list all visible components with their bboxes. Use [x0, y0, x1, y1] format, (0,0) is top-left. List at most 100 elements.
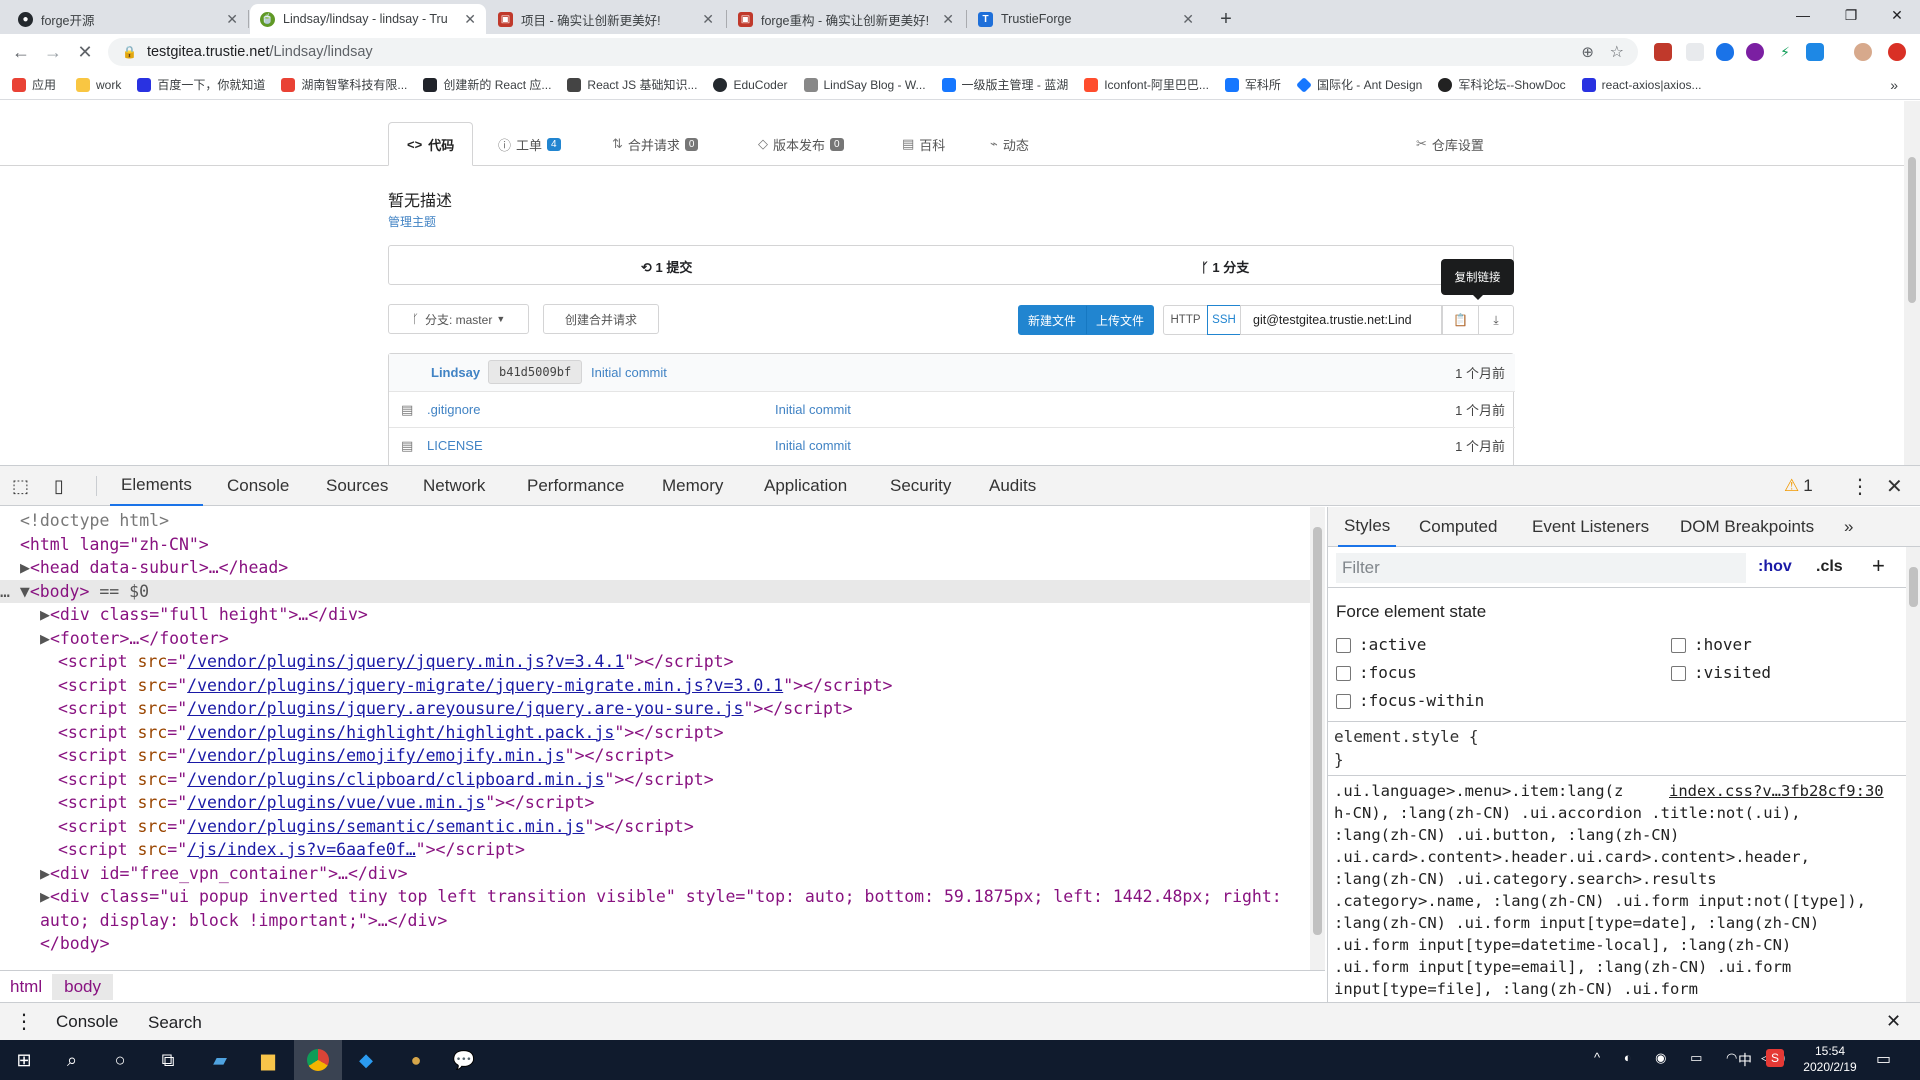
tab-code[interactable]: <> 代码	[388, 122, 474, 166]
tab-releases[interactable]: ◇ 版本发布 0	[758, 122, 844, 166]
close-tab-icon[interactable]: ✕	[1182, 11, 1194, 28]
commits-link[interactable]: ⟲ 1 提交	[641, 257, 692, 276]
close-tab-icon[interactable]: ✕	[226, 11, 238, 28]
commit-sha-label[interactable]: b41d5009bf	[488, 360, 583, 384]
tab-network[interactable]: Network	[423, 466, 485, 506]
bookmark-star-icon[interactable]: ☆	[1610, 42, 1624, 62]
tab-issues[interactable]: ⓘ 工单 4	[498, 122, 561, 166]
dom-node[interactable]: <script src="/js/index.js?v=6aafe0f…"></…	[58, 838, 525, 862]
dom-node[interactable]: ▶<div class="ui popup inverted tiny top …	[40, 885, 1282, 909]
browser-tab[interactable]: T TrustieForge ✕	[968, 4, 1204, 34]
task-view-icon[interactable]: ⧉	[144, 1040, 192, 1080]
breadcrumb-item-active[interactable]: body	[52, 973, 113, 1000]
bookmark-item[interactable]: React JS 基础知识...	[567, 76, 697, 93]
warnings-counter[interactable]: ⚠ 1	[1784, 466, 1813, 506]
checkbox[interactable]	[1671, 638, 1686, 653]
drawer-tab-console[interactable]: Console	[44, 1003, 131, 1042]
close-tab-icon[interactable]: ✕	[942, 11, 954, 28]
tab-application[interactable]: Application	[764, 466, 847, 506]
dom-node[interactable]: ▶<div class="full height">…</div>	[40, 603, 368, 627]
dom-node[interactable]: <script src="/vendor/plugins/semantic/se…	[58, 815, 694, 839]
bookmark-item[interactable]: Iconfont-阿里巴巴...	[1084, 76, 1209, 93]
element-style-rule[interactable]: element.style {	[1334, 727, 1479, 746]
dom-node[interactable]: <script src="/vendor/plugins/highlight/h…	[58, 721, 724, 745]
commit-author-link[interactable]: Lindsay	[431, 365, 480, 380]
extension-icon[interactable]	[1686, 43, 1704, 61]
branches-link[interactable]: ᚴ 1 分支	[1201, 257, 1249, 276]
breadcrumb-item[interactable]: html	[0, 977, 52, 997]
dom-node[interactable]: ▶<div id="free_vpn_container">…</div>	[40, 862, 408, 886]
dom-node[interactable]: <script src="/vendor/plugins/jquery.arey…	[58, 697, 853, 721]
sidebar-scrollbar[interactable]	[1906, 547, 1920, 1002]
checkbox[interactable]	[1671, 666, 1686, 681]
bookmark-item[interactable]: LindSay Blog - W...	[803, 77, 926, 92]
devtools-menu-icon[interactable]: ⋮	[1850, 466, 1870, 506]
clone-url-input[interactable]: git@testgitea.trustie.net:Lind	[1240, 305, 1442, 335]
vscode-icon[interactable]: ◆	[342, 1040, 390, 1080]
checkbox[interactable]	[1336, 694, 1351, 709]
file-commit-link[interactable]: Initial commit	[775, 402, 851, 417]
hover-state-toggle[interactable]: :hov	[1758, 558, 1792, 576]
bookmark-item[interactable]: EduCoder	[713, 77, 788, 92]
dom-node[interactable]: </body>	[40, 932, 110, 956]
file-row[interactable]: ▤ .gitignore Initial commit 1 个月前	[389, 391, 1515, 427]
clone-http-button[interactable]: HTTP	[1163, 305, 1208, 335]
scrollbar-thumb[interactable]	[1313, 527, 1322, 935]
upload-file-button[interactable]: 上传文件	[1086, 305, 1154, 335]
back-icon[interactable]: ←	[8, 40, 34, 64]
download-button[interactable]: ⤓	[1478, 305, 1514, 335]
styles-filter-input[interactable]: Filter	[1336, 553, 1746, 583]
browser-tab[interactable]: ▣ 项目 - 确实让创新更美好! ✕	[488, 4, 724, 34]
tab-wiki[interactable]: ▤ 百科	[902, 122, 945, 166]
update-icon[interactable]	[1888, 43, 1906, 61]
page-scrollbar[interactable]	[1904, 101, 1920, 465]
extension-icon[interactable]	[1806, 43, 1824, 61]
file-row[interactable]: ▤ LICENSE Initial commit 1 个月前	[389, 427, 1515, 463]
dom-node[interactable]: <script src="/vendor/plugins/clipboard/c…	[58, 768, 714, 792]
commit-message-link[interactable]: Initial commit	[591, 365, 667, 380]
extension-icon[interactable]	[1654, 43, 1672, 61]
sogou-icon[interactable]: S	[1766, 1049, 1784, 1067]
close-window-icon[interactable]: ✕	[1874, 0, 1920, 30]
dom-node[interactable]: ▶<footer>…</footer>	[40, 627, 229, 651]
bookmark-item[interactable]: 湖南智擎科技有限...	[281, 76, 407, 93]
tab-performance[interactable]: Performance	[527, 466, 624, 506]
bookmark-folder[interactable]: work	[76, 77, 121, 92]
bookmark-item[interactable]: 百度一下，你就知道	[137, 76, 265, 93]
tab-styles[interactable]: Styles	[1338, 507, 1397, 547]
new-tab-button[interactable]: +	[1208, 4, 1244, 34]
bookmark-item[interactable]: 一级版主管理 - 蓝湖	[941, 76, 1068, 93]
tab-elements[interactable]: Elements	[110, 466, 203, 506]
tab-sources[interactable]: Sources	[326, 466, 388, 506]
file-name-link[interactable]: .gitignore	[427, 402, 480, 417]
more-bookmarks-icon[interactable]: »	[1890, 77, 1898, 93]
bookmark-item[interactable]: react-axios|axios...	[1581, 77, 1702, 92]
search-icon[interactable]: ⌕	[48, 1040, 96, 1080]
cortana-icon[interactable]: ○	[96, 1040, 144, 1080]
copy-link-button[interactable]: 📋	[1442, 305, 1479, 335]
wechat-icon[interactable]: 💬	[440, 1040, 488, 1080]
class-toggle[interactable]: .cls	[1816, 558, 1843, 576]
dom-node[interactable]: <!doctype html>	[20, 509, 169, 533]
bookmark-item[interactable]: 军科所	[1224, 76, 1281, 93]
chrome-icon[interactable]	[294, 1040, 342, 1080]
tab-audits[interactable]: Audits	[989, 466, 1036, 506]
forward-icon[interactable]: →	[40, 40, 66, 64]
dom-node[interactable]: <script src="/vendor/plugins/jquery-migr…	[58, 674, 892, 698]
checkbox[interactable]	[1336, 638, 1351, 653]
file-name-link[interactable]: LICENSE	[427, 438, 483, 453]
new-file-button[interactable]: 新建文件	[1018, 305, 1086, 335]
close-tab-icon[interactable]: ✕	[464, 11, 476, 28]
tab-computed[interactable]: Computed	[1419, 507, 1497, 547]
ime-indicator[interactable]: 中	[1738, 1050, 1752, 1070]
close-drawer-icon[interactable]: ✕	[1886, 1011, 1901, 1032]
dom-node-selected[interactable]: … ▼<body> == $0	[0, 579, 1310, 603]
scrollbar-thumb[interactable]	[1909, 567, 1918, 607]
restore-icon[interactable]: ❐	[1828, 0, 1874, 30]
app-icon[interactable]: ●	[392, 1040, 440, 1080]
manage-topics-link[interactable]: 管理主题	[388, 213, 436, 230]
windows-start-icon[interactable]: ⊞	[0, 1040, 48, 1080]
clone-ssh-button[interactable]: SSH	[1207, 305, 1241, 335]
tab-security[interactable]: Security	[890, 466, 951, 506]
more-tabs-icon[interactable]: »	[1844, 507, 1853, 547]
